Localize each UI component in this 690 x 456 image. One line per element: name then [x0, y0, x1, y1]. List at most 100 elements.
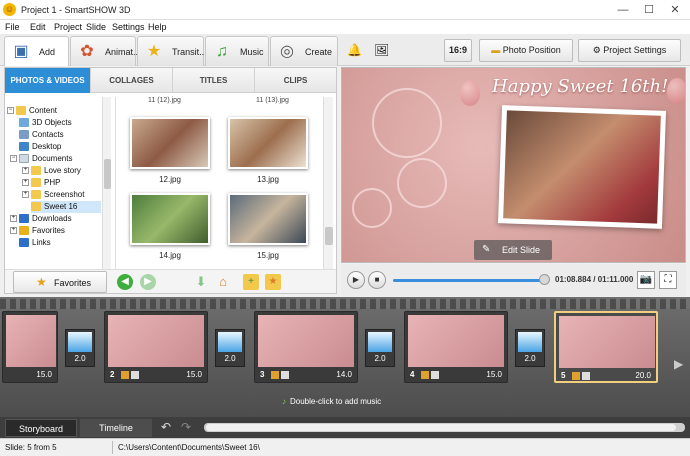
tree-item-favorites[interactable]: + Favorites — [10, 225, 65, 237]
storyboard-scrollbar[interactable] — [204, 423, 685, 432]
slide-thumbnail — [258, 315, 354, 367]
tree-scrollbar[interactable] — [102, 97, 111, 270]
slide-tools — [121, 371, 143, 380]
thumbnail-caption: 12.jpg — [159, 175, 181, 184]
back-arrow-icon[interactable]: ◀ — [117, 274, 133, 290]
photo-thumbnail — [130, 117, 210, 169]
slide-1[interactable]: 15.0 — [2, 311, 58, 383]
tree-item-downloads[interactable]: + Downloads — [10, 213, 72, 225]
favorites-button[interactable]: ★ Favorites — [13, 271, 107, 293]
tree-scroll-thumb[interactable] — [104, 159, 111, 189]
add-folder-icon[interactable]: + — [243, 274, 259, 290]
slide-number: 5 — [561, 371, 566, 380]
floral-ornament — [397, 158, 447, 208]
transition-2[interactable]: 2.0 — [215, 329, 245, 367]
scroll-right-icon[interactable]: ▶ — [674, 357, 683, 371]
thumbnail-caption: 13.jpg — [257, 175, 279, 184]
image-icon[interactable]: 🖼 — [374, 43, 390, 57]
menu-edit[interactable]: Edit — [30, 22, 46, 32]
expand-icon[interactable]: + — [22, 191, 29, 199]
tab-transitions[interactable]: ★ Transit... — [137, 36, 207, 66]
tab-collages[interactable]: COLLAGES — [91, 68, 173, 93]
tree-item-screenshot[interactable]: + Screenshot — [22, 189, 84, 201]
slide-5[interactable]: 5 20.0 — [554, 311, 658, 383]
minimize-button[interactable]: — — [610, 0, 636, 20]
close-button[interactable]: ✕ — [662, 0, 688, 20]
slide-4[interactable]: 4 15.0 — [404, 311, 508, 383]
tree-item-love-story[interactable]: + Love story — [22, 165, 81, 177]
speaker-icon[interactable] — [582, 372, 590, 380]
pencil-icon[interactable] — [121, 371, 129, 379]
thumbnail-caption: 14.jpg — [159, 251, 181, 260]
status-divider — [112, 441, 113, 454]
balloon-icon — [667, 78, 685, 104]
add-all-icon[interactable]: ★ — [265, 274, 281, 290]
stop-button[interactable]: ■ — [368, 271, 386, 289]
playback-handle[interactable] — [539, 274, 550, 285]
tree-item-sweet-16[interactable]: Sweet 16 — [31, 201, 101, 213]
music-track-hint[interactable]: ♪ Double-click to add music — [282, 397, 381, 406]
tree-item-desktop[interactable]: Desktop — [19, 141, 61, 153]
pencil-icon[interactable] — [421, 371, 429, 379]
expand-icon[interactable]: + — [10, 227, 17, 235]
fullscreen-icon[interactable]: ⛶ — [659, 271, 677, 289]
camera-icon[interactable]: 📷 — [637, 271, 655, 289]
collapse-icon[interactable]: − — [10, 155, 17, 163]
redo-icon[interactable]: ↷ — [181, 420, 191, 434]
transition-1[interactable]: 2.0 — [65, 329, 95, 367]
slide-preview[interactable]: Happy Sweet 16th! ✎ Edit Slide — [341, 67, 686, 263]
menu-project[interactable]: Project — [54, 22, 82, 32]
speaker-icon[interactable] — [431, 371, 439, 379]
undo-icon[interactable]: ↶ — [161, 420, 171, 434]
tree-item-content[interactable]: − Content — [7, 105, 57, 117]
tab-clips[interactable]: CLIPS — [255, 68, 336, 93]
aspect-ratio-button[interactable]: 16:9 — [444, 39, 472, 62]
tab-titles[interactable]: TITLES — [173, 68, 255, 93]
slide-3[interactable]: 3 14.0 — [254, 311, 358, 383]
expand-icon[interactable]: + — [22, 179, 29, 187]
playback-progress[interactable] — [393, 279, 545, 282]
forward-arrow-icon[interactable]: ▶ — [140, 274, 156, 290]
tree-item-contacts[interactable]: Contacts — [19, 129, 64, 141]
tree-item-documents[interactable]: − Documents — [10, 153, 72, 165]
speaker-icon[interactable] — [281, 371, 289, 379]
maximize-button[interactable]: ☐ — [636, 0, 662, 20]
tree-item-php[interactable]: + PHP — [22, 177, 60, 189]
menu-file[interactable]: File — [5, 22, 20, 32]
up-folder-icon[interactable]: ⌂ — [215, 274, 231, 290]
menu-help[interactable]: Help — [148, 22, 167, 32]
photo-position-button[interactable]: ▬ Photo Position — [479, 39, 573, 62]
transition-4[interactable]: 2.0 — [515, 329, 545, 367]
play-button[interactable]: ▶ — [347, 271, 365, 289]
transition-3[interactable]: 2.0 — [365, 329, 395, 367]
project-settings-button[interactable]: ⚙ Project Settings — [578, 39, 681, 62]
tab-create[interactable]: ◎ Create — [270, 36, 338, 66]
tree-item-links[interactable]: Links — [19, 237, 51, 249]
edit-slide-button[interactable]: ✎ Edit Slide — [474, 240, 552, 260]
collapse-icon[interactable]: − — [7, 107, 14, 115]
slide-number: 4 — [410, 370, 415, 379]
tab-animation[interactable]: ✿ Animat... — [70, 36, 141, 66]
tab-add[interactable]: ▣ Add — [4, 36, 69, 66]
tab-music[interactable]: ♫ Music — [205, 36, 269, 66]
expand-icon[interactable]: + — [10, 215, 17, 223]
thumbnail-scroll-thumb[interactable] — [325, 227, 333, 245]
photo-thumbnail — [228, 193, 308, 245]
speaker-icon[interactable] — [131, 371, 139, 379]
pencil-icon[interactable] — [572, 372, 580, 380]
tab-storyboard[interactable]: Storyboard — [5, 419, 77, 437]
storyboard-scroll-thumb[interactable] — [206, 424, 676, 431]
tab-photos-videos[interactable]: PHOTOS & VIDEOS — [5, 68, 91, 93]
menu-settings[interactable]: Settings — [112, 22, 145, 32]
contacts-icon — [19, 130, 29, 140]
pencil-icon[interactable] — [271, 371, 279, 379]
slide-2[interactable]: 2 15.0 — [104, 311, 208, 383]
tree-item-3d-objects[interactable]: 3D Objects — [19, 117, 72, 129]
tab-timeline[interactable]: Timeline — [80, 419, 152, 437]
film-reel-icon: ◎ — [280, 43, 294, 60]
down-arrow-icon[interactable]: ⬇ — [193, 274, 209, 290]
bell-icon[interactable]: 🔔 — [347, 43, 362, 57]
thumbnail-scrollbar[interactable] — [323, 97, 333, 270]
expand-icon[interactable]: + — [22, 167, 29, 175]
menu-slide[interactable]: Slide — [86, 22, 106, 32]
